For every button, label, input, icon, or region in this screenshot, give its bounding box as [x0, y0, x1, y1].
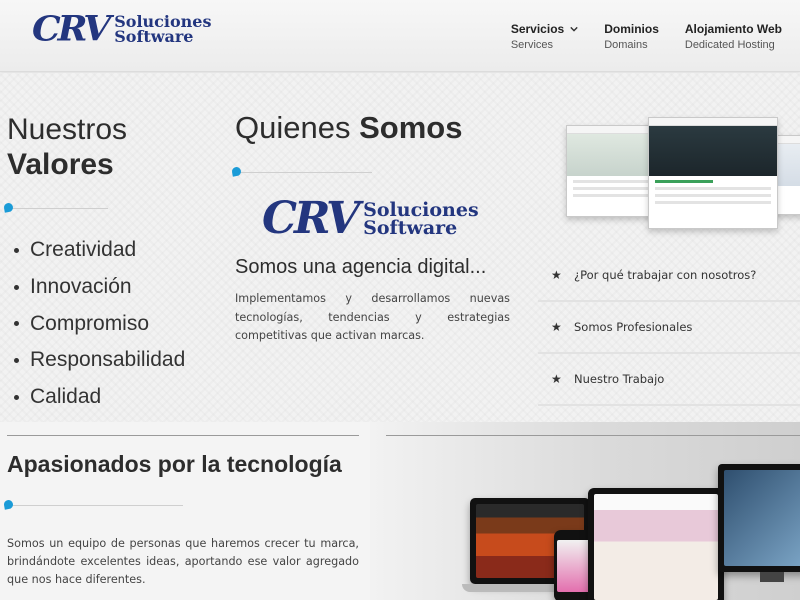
- about-heading-bold: Somos: [359, 110, 463, 145]
- logo-mark: CRV: [262, 193, 360, 244]
- accordion-label: Somos Profesionales: [574, 320, 693, 334]
- value-label: Creatividad: [30, 238, 137, 262]
- nav-subtitle: Dedicated Hosting: [684, 39, 775, 51]
- agency-title: Somos una agencia digital...: [235, 256, 487, 278]
- logo-text: Soluciones Software: [363, 200, 478, 239]
- list-item: Innovación: [14, 269, 185, 306]
- nav-item-servicios[interactable]: Servicios Services: [511, 22, 578, 51]
- mockup-hero: [567, 134, 655, 176]
- header-logo[interactable]: CRV Soluciones Software: [32, 11, 211, 47]
- about-logo: CRV Soluciones Software: [262, 197, 479, 241]
- values-heading-light: Nuestros: [7, 113, 128, 146]
- mockup-screen-center: [648, 117, 778, 229]
- tablet-screen: [594, 494, 718, 600]
- website-mockups-image: [560, 105, 800, 235]
- bullet-icon: [14, 321, 19, 327]
- accordion-label: ¿Por qué trabajar con nosotros?: [574, 268, 757, 282]
- mockup-hero: [649, 126, 777, 176]
- nav-title: Alojamiento Web: [684, 22, 782, 36]
- bullet-icon: [14, 394, 19, 400]
- list-item: Responsabilidad: [14, 342, 185, 379]
- accordion-item-why-us[interactable]: ★ ¿Por qué trabajar con nosotros?: [538, 250, 800, 302]
- bullet-icon: [14, 284, 19, 290]
- value-label: Innovación: [30, 275, 132, 299]
- about-description: Implementamos y desarrollamos nuevas tec…: [235, 292, 510, 342]
- nav-subtitle: Services: [510, 39, 554, 51]
- about-heading: Quienes Somos: [235, 110, 462, 146]
- values-heading: Nuestros Valores: [7, 112, 127, 183]
- tablet-device: [588, 488, 724, 600]
- about-divider: [237, 172, 372, 173]
- nav-item-alojamiento[interactable]: Alojamiento Web Dedicated Hosting: [685, 22, 782, 51]
- mockup-screen-left: [566, 125, 656, 217]
- value-label: Responsabilidad: [30, 348, 186, 372]
- values-heading-bold: Valores: [7, 148, 114, 182]
- accordion-label: Nuestro Trabajo: [574, 372, 665, 386]
- bullet-icon: [14, 247, 19, 253]
- section-divider: [386, 435, 800, 436]
- logo-mark: CRV: [32, 9, 111, 49]
- nav-item-dominios[interactable]: Dominios Domains: [604, 22, 659, 51]
- site-header: CRV Soluciones Software Servicios Servic…: [0, 0, 800, 72]
- chevron-down-icon: [570, 26, 578, 32]
- values-list: Creatividad Innovación Compromiso Respon…: [14, 232, 185, 415]
- accordion-item-professionals[interactable]: ★ Somos Profesionales: [538, 302, 800, 354]
- about-heading-light: Quienes: [235, 110, 351, 145]
- star-icon: ★: [551, 268, 562, 282]
- section-divider: [7, 435, 359, 436]
- list-item: Calidad: [14, 379, 185, 416]
- monitor-stand: [760, 572, 784, 582]
- values-divider: [8, 208, 108, 209]
- nav-title: Servicios: [511, 22, 578, 36]
- list-item: Compromiso: [14, 305, 185, 342]
- nav-title-text: Servicios: [510, 22, 565, 36]
- mockup-bar: [649, 118, 777, 126]
- star-icon: ★: [551, 320, 562, 334]
- passion-heading: Apasionados por la tecnología: [7, 451, 342, 477]
- value-label: Compromiso: [30, 311, 150, 335]
- bullet-icon: [14, 357, 19, 363]
- value-label: Calidad: [30, 385, 102, 409]
- info-accordion: ★ ¿Por qué trabajar con nosotros? ★ Somo…: [538, 250, 800, 406]
- passion-description: Somos un equipo de personas que haremos …: [7, 537, 359, 586]
- logo-text-line2: Software: [114, 27, 194, 46]
- logo-text-line2: Software: [363, 217, 458, 239]
- mockup-bar: [567, 126, 655, 134]
- list-item: Creatividad: [14, 232, 185, 269]
- mockup-rows: [567, 176, 655, 205]
- accordion-item-our-work[interactable]: ★ Nuestro Trabajo: [538, 354, 800, 406]
- logo-text: Soluciones Software: [114, 13, 211, 46]
- passion-divider: [8, 505, 183, 506]
- monitor-device: [718, 464, 800, 572]
- nav-subtitle: Domains: [604, 39, 648, 51]
- star-icon: ★: [551, 372, 562, 386]
- mockup-rows: [649, 176, 777, 212]
- devices-image: [370, 422, 800, 600]
- main-nav: Servicios Services Dominios Domains Aloj…: [511, 22, 782, 51]
- nav-title: Dominios: [604, 22, 659, 36]
- monitor-screen: [724, 470, 800, 566]
